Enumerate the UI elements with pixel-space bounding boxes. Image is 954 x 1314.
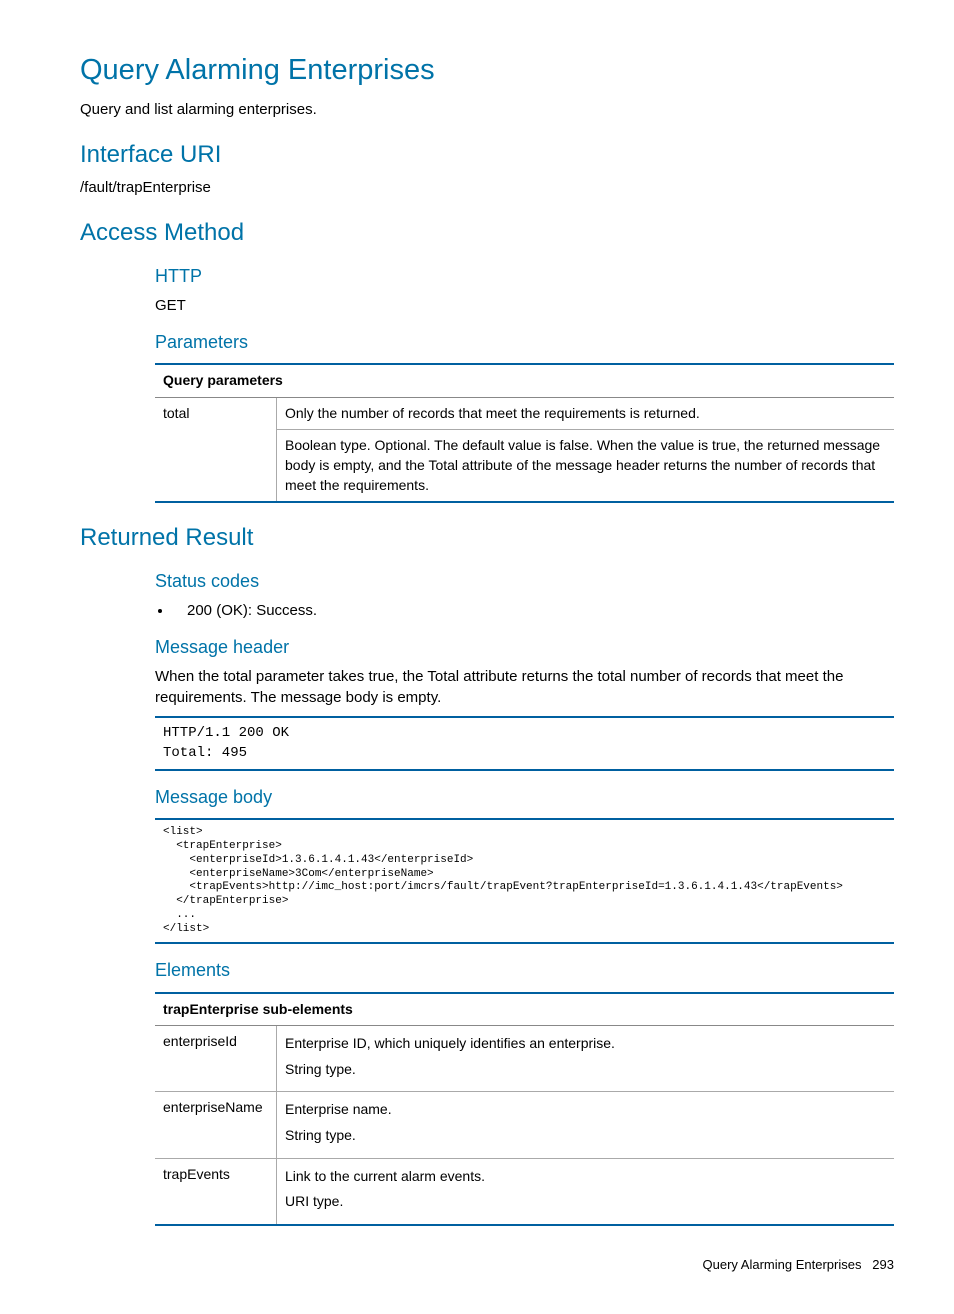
message-header-text: When the total parameter takes true, the…: [155, 666, 894, 708]
table-header: Query parameters: [155, 364, 894, 397]
element-desc-line: String type.: [285, 1060, 886, 1080]
param-name: total: [155, 397, 277, 502]
message-body-label: Message body: [155, 785, 894, 810]
elements-table: trapEnterprise sub-elements enterpriseId…: [155, 992, 894, 1226]
message-header-label: Message header: [155, 635, 894, 660]
message-body-code: <list> <trapEnterprise> <enterpriseId>1.…: [155, 818, 894, 944]
query-parameters-table: Query parameters total Only the number o…: [155, 363, 894, 503]
footer-title: Query Alarming Enterprises: [703, 1257, 862, 1272]
param-desc: Boolean type. Optional. The default valu…: [277, 430, 895, 502]
param-desc: Only the number of records that meet the…: [277, 397, 895, 430]
elements-label: Elements: [155, 958, 894, 983]
table-row: total Only the number of records that me…: [155, 397, 894, 430]
page-title: Query Alarming Enterprises: [80, 50, 894, 91]
table-row: enterpriseName Enterprise name. String t…: [155, 1092, 894, 1158]
element-name: trapEvents: [155, 1158, 277, 1225]
element-desc-line: Enterprise ID, which uniquely identifies…: [285, 1034, 886, 1054]
http-method: GET: [155, 295, 894, 316]
element-desc: Enterprise name. String type.: [277, 1092, 895, 1158]
parameters-label: Parameters: [155, 330, 894, 355]
table-header: trapEnterprise sub-elements: [155, 993, 894, 1026]
element-name: enterpriseId: [155, 1026, 277, 1092]
intro-text: Query and list alarming enterprises.: [80, 99, 894, 120]
table-row: enterpriseId Enterprise ID, which unique…: [155, 1026, 894, 1092]
status-codes-list: 200 (OK): Success.: [155, 600, 894, 621]
element-desc-line: String type.: [285, 1126, 886, 1146]
status-code-item: 200 (OK): Success.: [173, 600, 894, 621]
element-name: enterpriseName: [155, 1092, 277, 1158]
page-footer: Query Alarming Enterprises 293: [80, 1256, 894, 1274]
message-header-code: HTTP/1.1 200 OK Total: 495: [155, 716, 894, 771]
interface-uri-heading: Interface URI: [80, 138, 894, 172]
http-label: HTTP: [155, 264, 894, 289]
element-desc: Link to the current alarm events. URI ty…: [277, 1158, 895, 1225]
element-desc-line: URI type.: [285, 1192, 886, 1212]
table-row: trapEvents Link to the current alarm eve…: [155, 1158, 894, 1225]
returned-result-heading: Returned Result: [80, 521, 894, 555]
footer-page-number: 293: [872, 1257, 894, 1272]
element-desc: Enterprise ID, which uniquely identifies…: [277, 1026, 895, 1092]
interface-uri-value: /fault/trapEnterprise: [80, 177, 894, 198]
access-method-heading: Access Method: [80, 216, 894, 250]
element-desc-line: Enterprise name.: [285, 1100, 886, 1120]
status-codes-label: Status codes: [155, 569, 894, 594]
element-desc-line: Link to the current alarm events.: [285, 1167, 886, 1187]
